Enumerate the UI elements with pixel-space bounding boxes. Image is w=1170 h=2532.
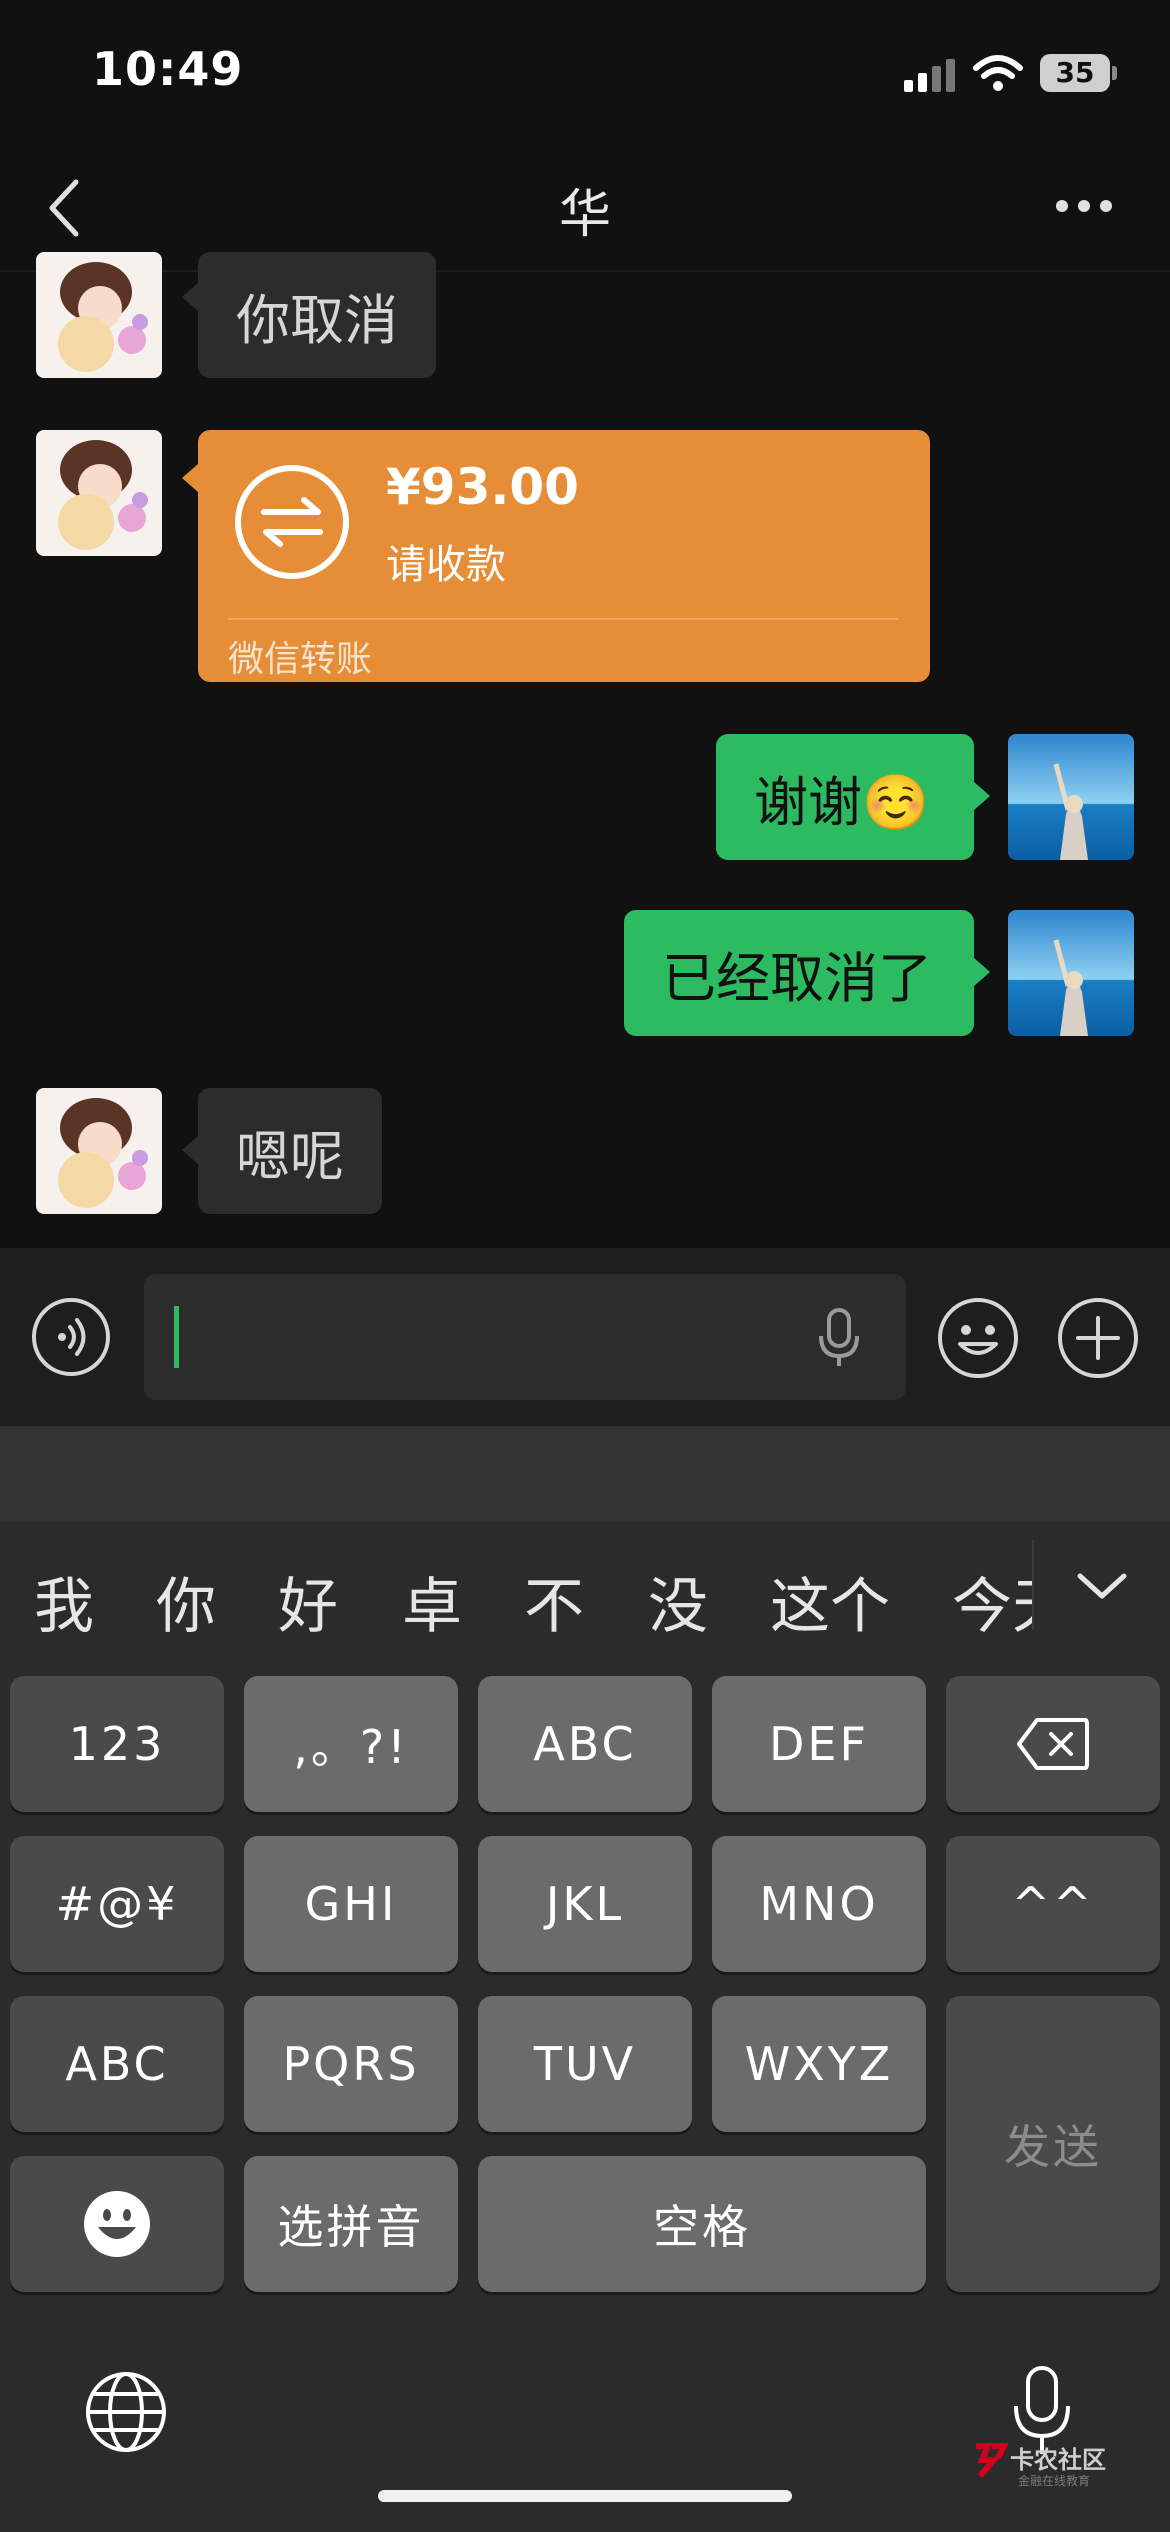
chat-title: 华 <box>558 185 611 245</box>
key-pqrs[interactable]: PQRS <box>244 1996 458 2132</box>
candidate-word[interactable]: 你 <box>156 1558 216 1645</box>
message-text: 谢谢☺️ <box>754 770 930 834</box>
key-123[interactable]: 123 <box>10 1676 224 1812</box>
message-bubble[interactable]: 嗯呢 <box>198 1088 382 1214</box>
candidate-divider <box>1032 1540 1034 1630</box>
message-text: 嗯呢 <box>236 1124 344 1188</box>
key-tuv[interactable]: TUV <box>478 1996 692 2132</box>
more-options-icon[interactable] <box>1054 196 1114 216</box>
candidate-overflow: 今天 <box>952 1520 1034 1640</box>
key-pinyin-select[interactable]: 选拼音 <box>244 2156 458 2292</box>
candidate-word[interactable]: 我 <box>34 1558 94 1645</box>
emoji-icon[interactable] <box>936 1296 1020 1380</box>
bubble-tail <box>182 464 198 492</box>
watermark-subtext: 金融在线教育 <box>1018 2474 1091 2488</box>
transfer-amount: ¥93.00 <box>386 458 579 516</box>
microphone-icon[interactable] <box>814 1306 864 1370</box>
key-mno[interactable]: MNO <box>712 1836 926 1972</box>
bubble-tail <box>182 283 198 311</box>
battery-indicator: 35 <box>1040 54 1110 92</box>
bubble-tail <box>974 958 990 986</box>
candidate-word[interactable]: 这个 <box>770 1558 890 1645</box>
candidate-word[interactable]: 好 <box>278 1558 338 1645</box>
bubble-tail <box>974 782 990 810</box>
message-input[interactable] <box>144 1274 906 1400</box>
contact-avatar[interactable] <box>36 1088 162 1214</box>
message-bubble[interactable]: 已经取消了 <box>624 910 974 1036</box>
candidate-word[interactable]: 没 <box>648 1558 708 1645</box>
transfer-status: 请收款 <box>386 542 506 588</box>
key-punctuation[interactable]: ,。?! <box>244 1676 458 1812</box>
key-def[interactable]: DEF <box>712 1676 926 1812</box>
chevron-down-icon[interactable] <box>1074 1568 1130 1604</box>
key-jkl[interactable]: JKL <box>478 1836 692 1972</box>
send-key[interactable]: 发送 <box>946 1996 1160 2292</box>
contact-avatar[interactable] <box>36 430 162 556</box>
wifi-icon <box>973 55 1023 91</box>
my-avatar[interactable] <box>1008 734 1134 860</box>
candidate-word[interactable]: 卓 <box>402 1558 462 1645</box>
key-symbols[interactable]: #@¥ <box>10 1836 224 1972</box>
home-indicator[interactable] <box>378 2490 792 2502</box>
transfer-arrows-icon <box>235 465 349 579</box>
voice-input-toggle-icon[interactable] <box>30 1296 112 1378</box>
text-cursor <box>174 1306 179 1368</box>
message-text: 你取消 <box>236 288 398 352</box>
bubble-tail <box>182 1136 198 1164</box>
key-wxyz[interactable]: WXYZ <box>712 1996 926 2132</box>
keyboard-toolbar <box>0 1426 1170 1522</box>
status-time: 10:49 <box>92 42 244 96</box>
smiley-icon <box>84 2191 150 2257</box>
key-ghi[interactable]: GHI <box>244 1836 458 1972</box>
add-plus-icon[interactable] <box>1056 1296 1140 1380</box>
message-bubble[interactable]: 你取消 <box>198 252 436 378</box>
candidate-word[interactable]: 今天 <box>952 1558 1034 1640</box>
transfer-label: 微信转账 <box>228 639 373 680</box>
backspace-icon <box>1017 1718 1089 1770</box>
cellular-signal-icon <box>904 59 955 92</box>
transfer-divider <box>228 618 898 620</box>
space-key[interactable]: 空格 <box>478 2156 926 2292</box>
my-avatar[interactable] <box>1008 910 1134 1036</box>
watermark-text: 卡农社区 <box>1010 2446 1106 2474</box>
emoji-key[interactable] <box>10 2156 224 2292</box>
battery-tip <box>1112 66 1117 80</box>
nav-divider <box>0 270 1170 272</box>
contact-avatar[interactable] <box>36 252 162 378</box>
message-bubble[interactable]: 谢谢☺️ <box>716 734 974 860</box>
watermark-logo-icon <box>976 2443 1008 2478</box>
delete-key[interactable] <box>946 1676 1160 1812</box>
globe-icon[interactable] <box>84 2370 168 2454</box>
key-emoticon[interactable]: ^^ <box>946 1836 1160 1972</box>
message-text: 已经取消了 <box>662 946 932 1010</box>
key-switch-abc[interactable]: ABC <box>10 1996 224 2132</box>
key-abc[interactable]: ABC <box>478 1676 692 1812</box>
candidate-word[interactable]: 不 <box>524 1558 584 1645</box>
